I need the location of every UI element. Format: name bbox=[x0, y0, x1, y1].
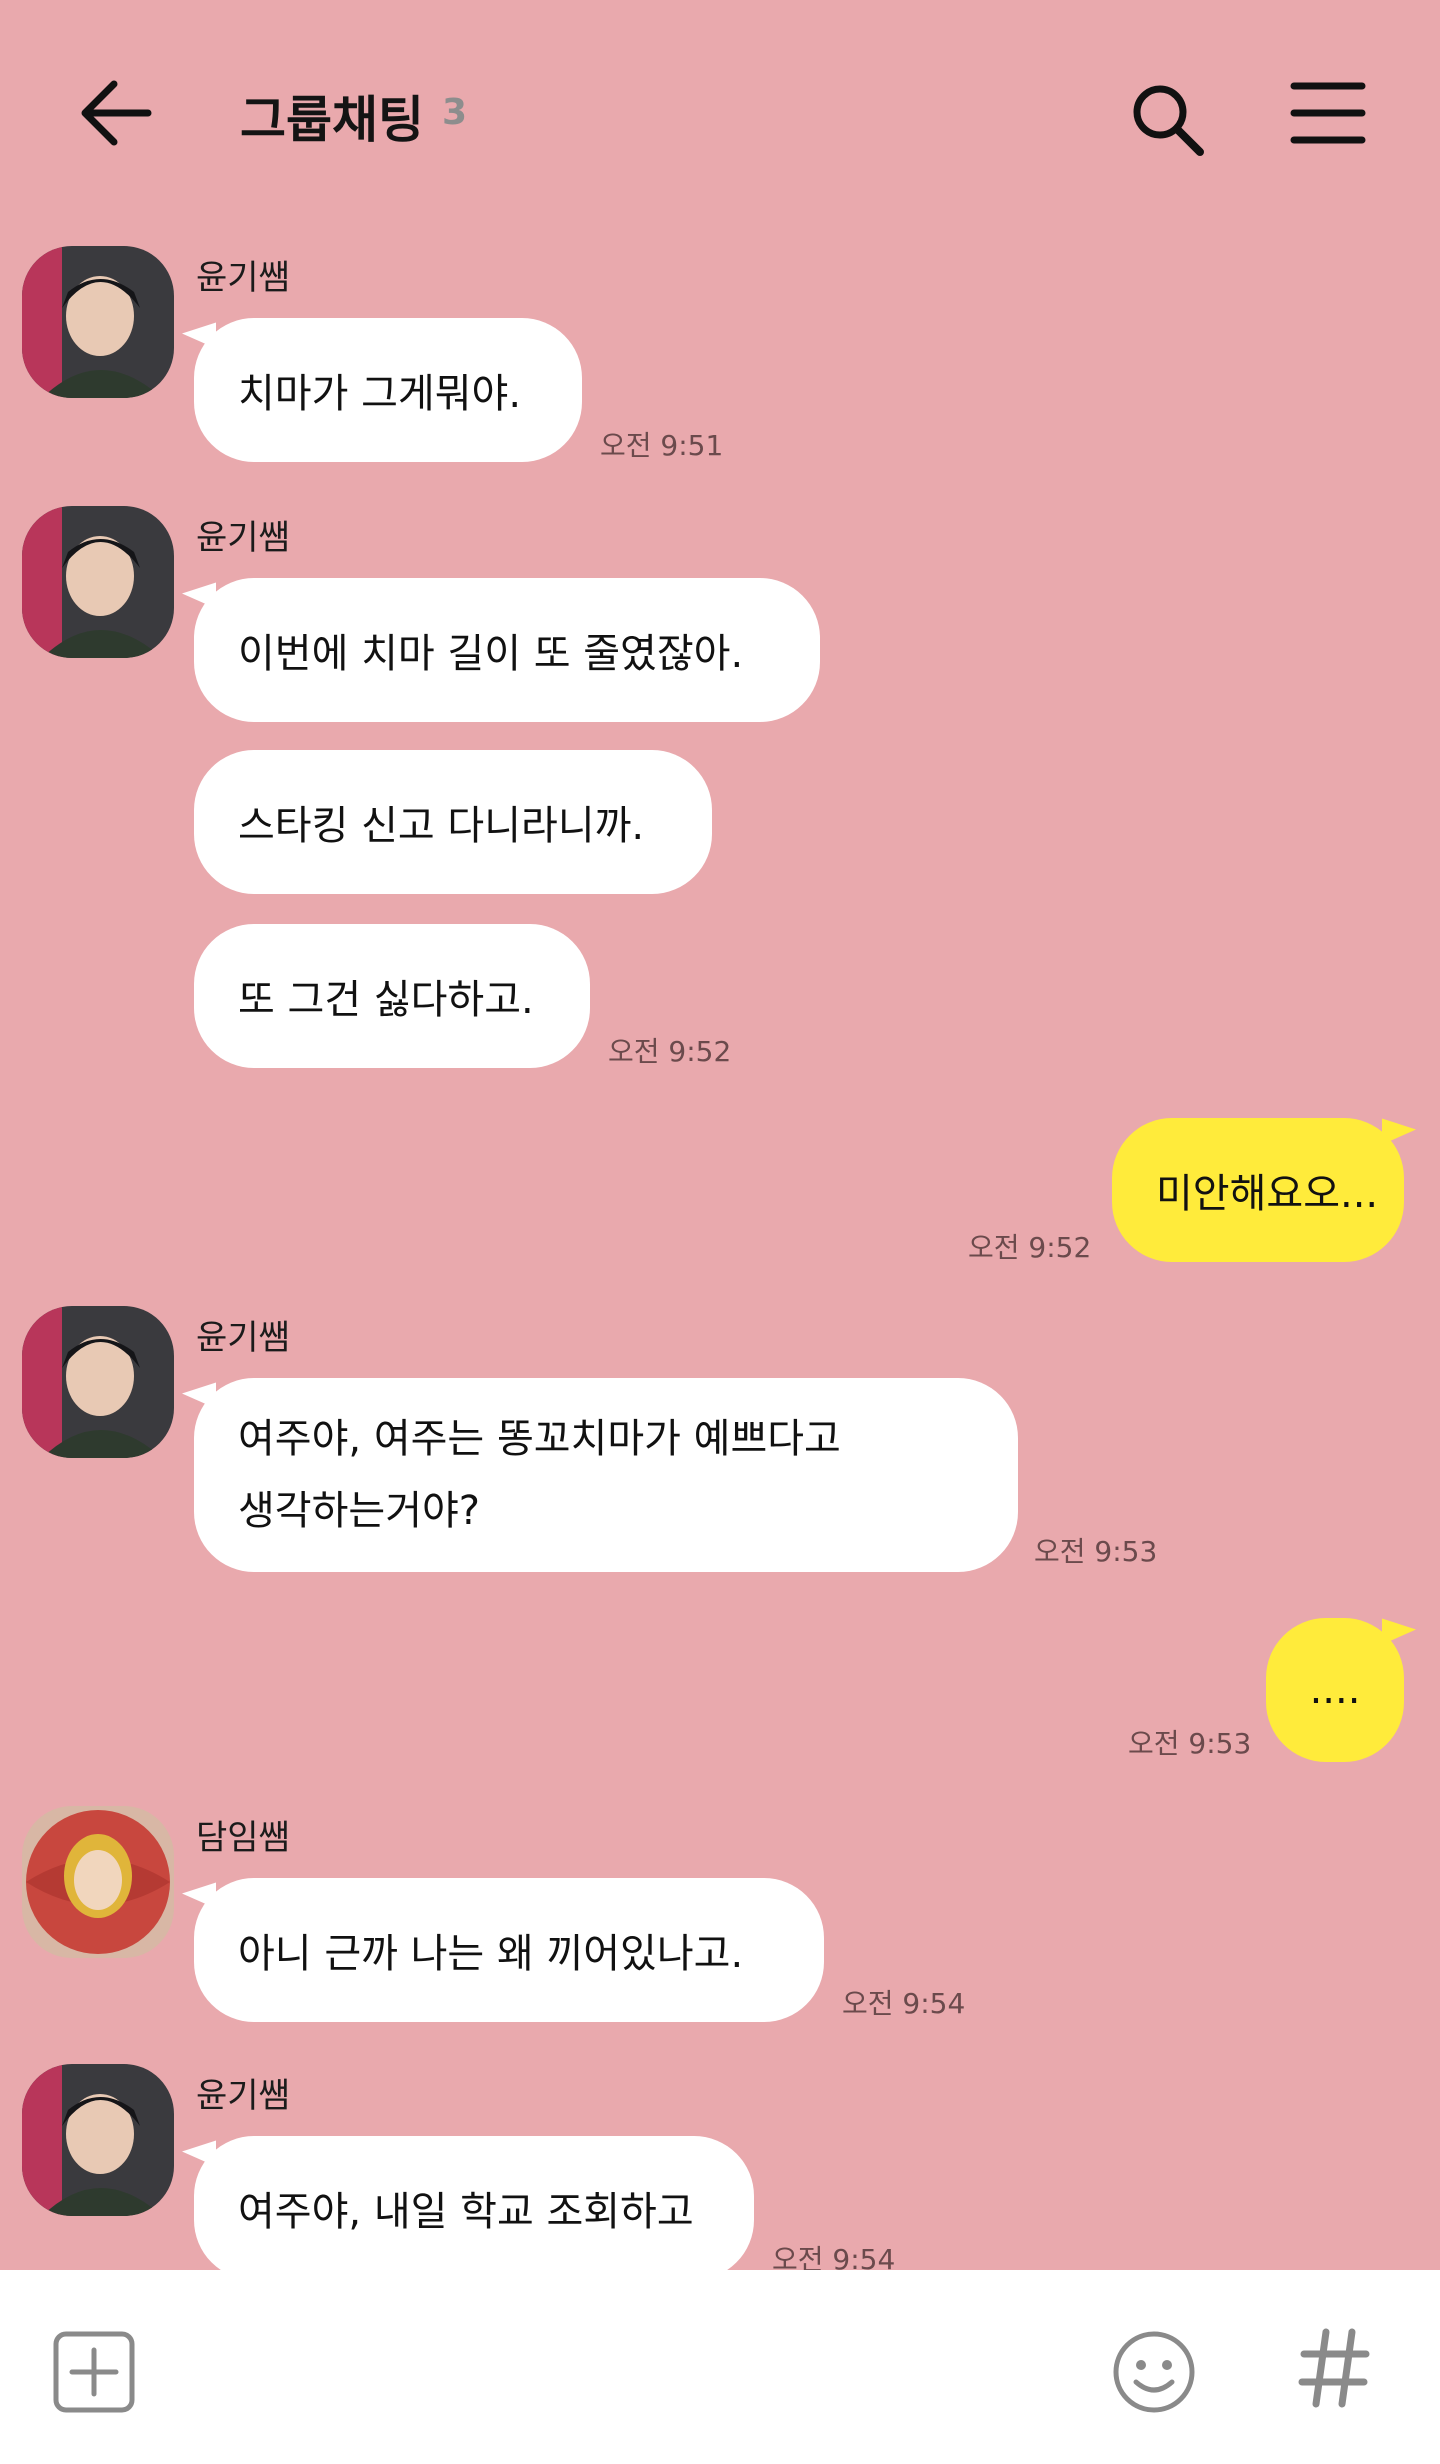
sender-name: 담임쌤 bbox=[196, 1818, 290, 1858]
message-text-line: 여주야, 여주는 똥꼬치마가 예쁘다고 bbox=[238, 1416, 841, 1462]
message-bubble[interactable]: 치마가 그게뭐야. bbox=[194, 318, 582, 462]
avatar-yoongi[interactable] bbox=[22, 246, 174, 398]
avatar-photo bbox=[22, 246, 174, 398]
search-button[interactable] bbox=[1128, 80, 1208, 160]
search-icon bbox=[1133, 85, 1204, 156]
plus-box-icon bbox=[53, 2331, 135, 2413]
message-bubble[interactable]: 이번에 치마 길이 또 줄였잖아. bbox=[194, 578, 820, 722]
hamburger-menu-icon bbox=[1290, 82, 1366, 144]
my-message-bubble[interactable]: 미안해요오... bbox=[1112, 1118, 1404, 1262]
message-text: 스타킹 신고 다니라니까. bbox=[238, 803, 645, 849]
sender-name: 윤기쌤 bbox=[196, 1318, 290, 1358]
message-bubble[interactable]: 스타킹 신고 다니라니까. bbox=[194, 750, 712, 894]
sender-name: 윤기쌤 bbox=[196, 2076, 290, 2116]
attach-button[interactable] bbox=[52, 2330, 136, 2414]
emoji-icon bbox=[1113, 2331, 1195, 2413]
message-bubble[interactable]: 또 그건 싫다하고. bbox=[194, 924, 590, 1068]
chat-header: 그룹채팅 3 bbox=[0, 0, 1440, 230]
member-count: 3 bbox=[442, 92, 468, 133]
message-text: 치마가 그게뭐야. bbox=[238, 371, 522, 417]
message-time: 오전 9:53 bbox=[1034, 1535, 1158, 1568]
message-text: 여주야, 내일 학교 조회하고 bbox=[238, 2189, 694, 2235]
my-message-bubble[interactable]: .... bbox=[1266, 1618, 1404, 1762]
avatar-photo bbox=[22, 1806, 174, 1958]
avatar-yoongi[interactable] bbox=[22, 506, 174, 658]
hashtag-button[interactable] bbox=[1298, 2326, 1370, 2410]
message-text: 미안해요오... bbox=[1156, 1171, 1379, 1217]
message-time: 오전 9:54 bbox=[842, 1987, 966, 2020]
message-text: 이번에 치마 길이 또 줄였잖아. bbox=[238, 631, 744, 677]
menu-button[interactable] bbox=[1290, 78, 1366, 148]
sender-name: 윤기쌤 bbox=[196, 518, 290, 558]
avatar-homeroom-teacher[interactable] bbox=[22, 1806, 174, 1958]
avatar-photo bbox=[22, 1306, 174, 1458]
message-time: 오전 9:52 bbox=[968, 1231, 1092, 1264]
message-text: 아니 근까 나는 왜 끼어있나고. bbox=[238, 1931, 744, 1977]
message-input-bar bbox=[0, 2270, 1440, 2464]
message-text: .... bbox=[1309, 1667, 1361, 1713]
avatar-yoongi[interactable] bbox=[22, 2064, 174, 2216]
avatar-photo bbox=[22, 2064, 174, 2216]
hashtag-icon bbox=[1298, 2328, 1370, 2408]
sender-name: 윤기쌤 bbox=[196, 258, 290, 298]
avatar-yoongi[interactable] bbox=[22, 1306, 174, 1458]
message-text-line: 생각하는거야? bbox=[238, 1488, 481, 1534]
message-time: 오전 9:51 bbox=[600, 429, 724, 462]
emoji-button[interactable] bbox=[1110, 2328, 1198, 2416]
message-bubble[interactable]: 여주야, 여주는 똥꼬치마가 예쁘다고 생각하는거야? bbox=[194, 1378, 1018, 1572]
avatar-photo bbox=[22, 506, 174, 658]
message-bubble[interactable]: 아니 근까 나는 왜 끼어있나고. bbox=[194, 1878, 824, 2022]
message-time: 오전 9:52 bbox=[608, 1035, 732, 1068]
message-text: 또 그건 싫다하고. bbox=[238, 977, 534, 1023]
arrow-left-icon bbox=[81, 80, 152, 146]
message-bubble[interactable]: 여주야, 내일 학교 조회하고 bbox=[194, 2136, 754, 2280]
chat-title: 그룹채팅 bbox=[240, 91, 424, 149]
message-time: 오전 9:53 bbox=[1128, 1727, 1252, 1760]
back-button[interactable] bbox=[78, 78, 154, 148]
